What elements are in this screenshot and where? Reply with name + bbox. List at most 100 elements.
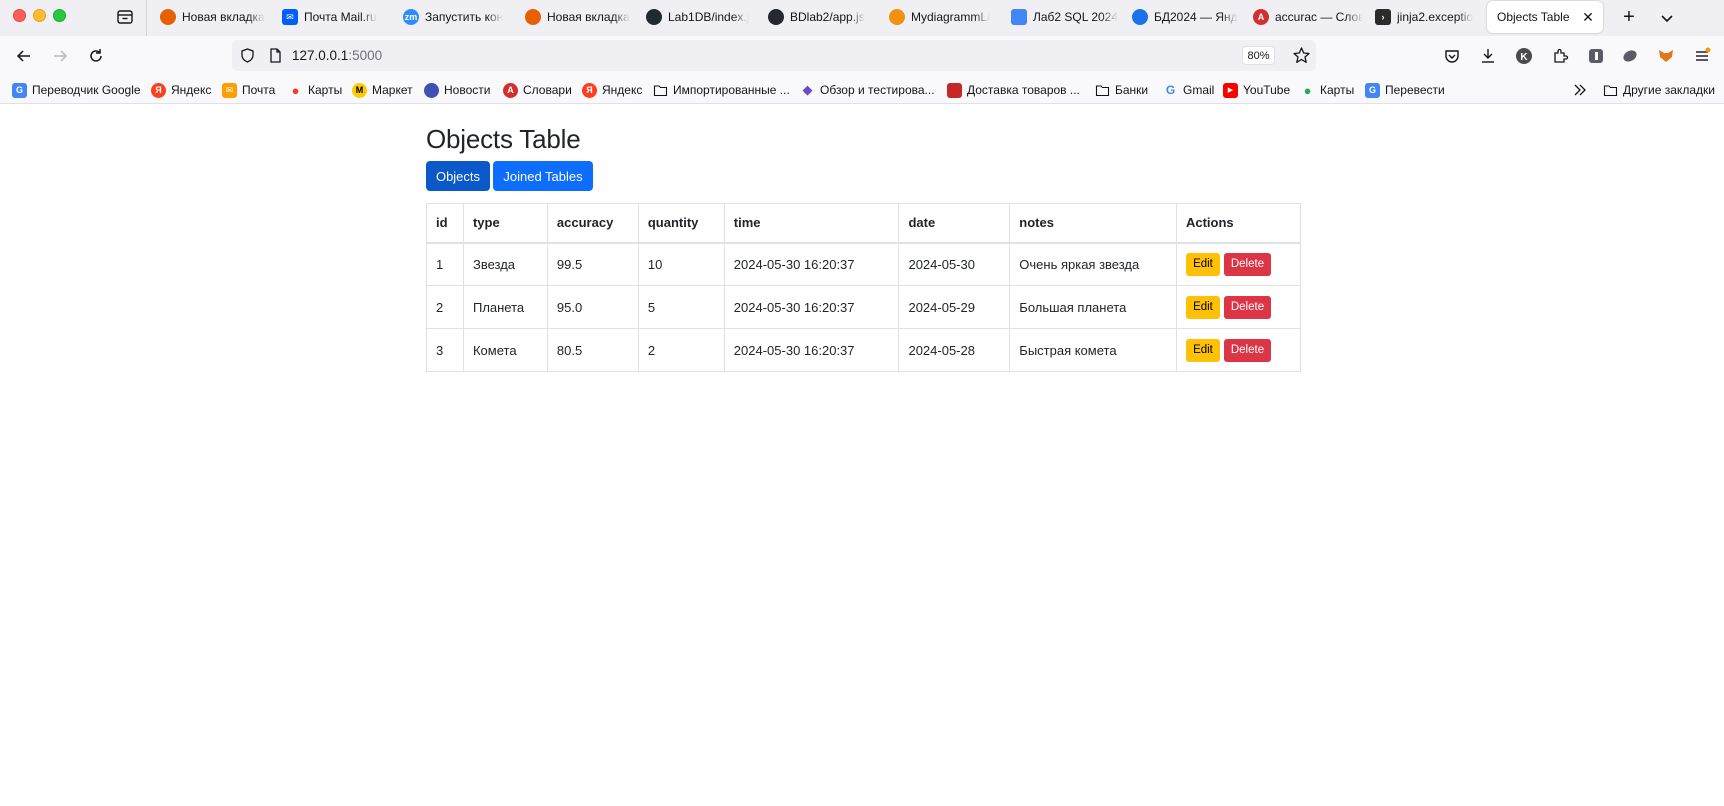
column-header-notes: notes [1009,203,1177,244]
dictionary-icon: A [503,82,518,98]
window-maximize-button[interactable] [53,9,66,22]
menu-icon[interactable] [1690,44,1714,68]
map-pin-icon: ● [291,82,300,98]
url-port: :5000 [348,48,383,63]
delete-button[interactable]: Delete [1223,252,1271,276]
window-minimize-button[interactable] [33,9,46,22]
bookmark-item[interactable]: A Словари [503,82,572,98]
metamask-icon[interactable] [1654,44,1678,68]
tab[interactable]: Lab1DB/index.j [646,0,756,34]
vpn-extension-icon[interactable] [1618,44,1642,68]
bookmark-label: Почта [242,83,276,97]
cell-quantity: 10 [637,242,725,286]
delete-button[interactable]: Delete [1223,338,1271,362]
tab-overview-icon[interactable] [115,7,135,27]
column-header-type: type [462,203,548,244]
tab-active[interactable]: Objects Table ✕ [1487,1,1603,33]
tab[interactable]: Новая вкладка [525,0,635,34]
edit-button[interactable]: Edit [1185,338,1220,362]
reader-extension-icon[interactable] [1584,44,1608,68]
bookmark-item[interactable]: Я Яндекс [151,82,211,98]
cell-notes: Большая планета [1009,285,1177,329]
bookmark-item[interactable]: ✉ Почта [222,82,275,98]
store-icon [947,82,962,98]
tab[interactable]: MydiagrammL/ [889,0,999,34]
tab-title: accurac — Слов [1275,10,1363,24]
terminal-icon: › [1375,9,1391,25]
chevron-double-right-icon[interactable] [1572,82,1588,98]
cell-accuracy: 99.5 [546,242,639,286]
tab-title: BDlab2/app.js [790,10,865,24]
youtube-icon: ▶ [1223,82,1238,98]
table-header-row: id type accuracy quantity time date note… [426,203,1302,244]
tab[interactable]: ✉ Почта Mail.ru [282,0,392,34]
cell-date: 2024-05-29 [898,285,1011,329]
docs-icon [1011,9,1027,25]
bookmark-item[interactable]: Я Яндекс [582,82,642,98]
bookmark-item[interactable]: ▶ YouTube [1223,82,1290,98]
bookmark-item[interactable]: M Маркет [352,82,413,98]
url-host: 127.0.0.1 [292,48,349,63]
joined-tables-button[interactable]: Joined Tables [493,161,593,191]
tab-title: Новая вкладка [182,10,265,24]
tab-title: Лаб2 SQL 2024 [1033,10,1119,24]
tab[interactable]: БД2024 — Янд [1132,0,1242,34]
bookmark-item[interactable]: G Gmail [1163,82,1215,98]
column-header-quantity: quantity [637,203,725,244]
objects-button[interactable]: Objects [426,161,490,191]
bookmark-item[interactable]: G Перевести [1365,82,1445,98]
back-icon[interactable] [12,44,36,68]
bookmark-item[interactable]: ● Карты [288,82,343,98]
yandex-icon: Я [582,82,597,98]
forward-icon[interactable] [48,44,72,68]
bookmark-item[interactable]: Новости [424,82,490,98]
tab-title: Lab1DB/index.j [668,10,750,24]
page-icon[interactable] [267,47,284,69]
folder-icon [1095,83,1110,98]
bookmark-item[interactable]: ◆ Обзор и тестирова... [800,82,935,98]
dictionary-icon: A [1253,9,1269,25]
new-tab-button[interactable]: + [1617,6,1641,30]
tab-title: Почта Mail.ru [304,10,377,24]
cell-accuracy: 95.0 [546,285,639,329]
bookmark-label: Переводчик Google [32,83,141,97]
url-bar[interactable]: 127.0.0.1:5000 80% [232,40,1316,71]
tab[interactable]: Лаб2 SQL 2024 [1011,0,1121,34]
url-text[interactable]: 127.0.0.1:5000 [292,48,382,63]
navigation-bar: 127.0.0.1:5000 80% K [0,36,1724,76]
window-close-button[interactable] [13,9,26,22]
bookmark-folder[interactable]: Импортированные ... [653,82,790,98]
bookmark-item[interactable]: ● Карты [1300,82,1355,98]
bookmark-item[interactable]: G Переводчик Google [12,82,141,98]
edit-button[interactable]: Edit [1185,252,1220,276]
account-avatar-icon[interactable]: K [1512,44,1536,68]
other-bookmarks-folder[interactable]: Другие закладки [1603,82,1715,98]
shield-icon[interactable] [239,47,256,69]
tab[interactable]: Новая вкладка [160,0,275,34]
tab[interactable]: BDlab2/app.js [768,0,878,34]
tab-title: Новая вкладка [547,10,630,24]
reload-icon[interactable] [84,44,108,68]
column-header-time: time [723,203,900,244]
delete-button[interactable]: Delete [1223,295,1271,319]
bookmark-folder[interactable]: Банки [1095,82,1148,98]
tab[interactable]: zm Запустить кон [403,0,513,34]
extensions-icon[interactable] [1548,44,1572,68]
tab-title: БД2024 — Янд [1154,10,1238,24]
bookmark-label: Карты [308,83,343,97]
bookmark-item[interactable]: Доставка товаров ... [947,82,1080,98]
star-icon[interactable] [1292,46,1311,70]
download-icon[interactable] [1476,44,1500,68]
tab[interactable]: › jinja2.exceptio [1375,0,1485,34]
pocket-icon[interactable] [1440,44,1464,68]
tab[interactable]: Aaccurac — Слов [1253,0,1363,34]
cell-actions: Edit Delete [1175,328,1302,372]
yandex-disk-icon [1132,9,1148,25]
zoom-level-button[interactable]: 80% [1242,46,1275,65]
edit-button[interactable]: Edit [1185,295,1220,319]
bookmark-label: Карты [1320,83,1355,97]
chevron-down-icon[interactable] [1655,6,1679,30]
close-icon[interactable]: ✕ [1581,9,1595,25]
bookmark-label: Доставка товаров ... [967,83,1080,97]
firefox-icon [160,9,176,25]
